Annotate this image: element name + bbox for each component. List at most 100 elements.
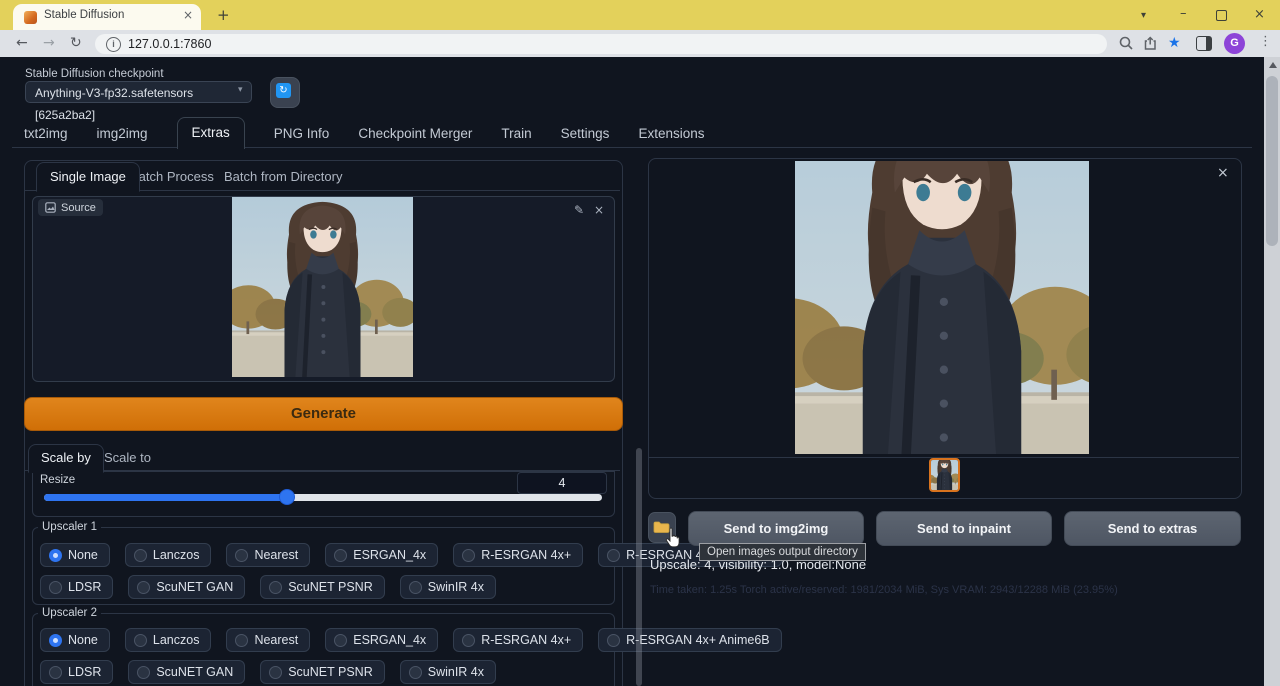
upscaler1-label: Upscaler 1 [38, 521, 101, 533]
upscaler1-row2: LDSR ScuNET GAN ScuNET PSNR SwinIR 4x [40, 575, 496, 599]
source-label: Source [61, 202, 96, 214]
radio-dot [235, 549, 248, 562]
tab-checkpoint-merger[interactable]: Checkpoint Merger [358, 126, 472, 141]
radio-swinir4x[interactable]: SwinIR 4x [400, 575, 496, 599]
address-bar[interactable] [95, 34, 1107, 54]
dropdown-chevron-icon: ▾ [238, 85, 243, 95]
radio-dot [49, 634, 62, 647]
folder-tooltip: Open images output directory [699, 543, 866, 561]
radio-resrgan4x[interactable]: R-ESRGAN 4x+ [453, 543, 583, 567]
forward-icon[interactable]: → [43, 35, 55, 51]
tab-extensions[interactable]: Extensions [638, 126, 704, 141]
generate-button[interactable]: Generate [24, 397, 623, 431]
radio-ldsr[interactable]: LDSR [40, 575, 113, 599]
radio-esrgan4x[interactable]: ESRGAN_4x [325, 628, 438, 652]
radio-nearest[interactable]: Nearest [226, 628, 310, 652]
radio-ldsr[interactable]: LDSR [40, 660, 113, 684]
scrollbar-thumb[interactable] [1266, 76, 1278, 246]
tab-scale-to[interactable]: Scale to [104, 450, 151, 465]
output-image[interactable] [795, 161, 1089, 454]
radio-lanczos[interactable]: Lanczos [125, 628, 212, 652]
back-icon[interactable]: ← [16, 35, 28, 51]
radio-dot [462, 549, 475, 562]
reload-icon[interactable]: ↻ [70, 35, 82, 51]
tab-search-chevron-icon[interactable]: ▾ [1141, 10, 1146, 21]
source-image [232, 197, 413, 377]
radio-dot [134, 549, 147, 562]
browser-menu-icon[interactable]: ⋮ [1259, 34, 1272, 49]
radio-dot [334, 549, 347, 562]
zoom-icon[interactable] [1119, 36, 1134, 51]
radio-esrgan4x[interactable]: ESRGAN_4x [325, 543, 438, 567]
tab-close-icon[interactable]: × [183, 8, 193, 22]
site-info-icon[interactable]: i [106, 37, 121, 52]
new-tab-button[interactable]: + [217, 6, 230, 24]
image-icon [45, 202, 56, 213]
upscaler2-label: Upscaler 2 [38, 607, 101, 619]
resize-label: Resize [40, 474, 75, 486]
upscaler2-row1: None Lanczos Nearest ESRGAN_4x R-ESRGAN … [40, 628, 782, 652]
clear-image-icon[interactable]: × [594, 203, 604, 217]
scrollbar-up-arrow-icon[interactable] [1269, 62, 1277, 68]
radio-dot [134, 634, 147, 647]
radio-resrgan4x[interactable]: R-ESRGAN 4x+ [453, 628, 583, 652]
source-label-chip: Source [38, 199, 103, 216]
tab-txt2img[interactable]: txt2img [24, 126, 68, 141]
resize-number-input[interactable]: 4 [517, 472, 607, 494]
radio-swinir4x[interactable]: SwinIR 4x [400, 660, 496, 684]
checkpoint-dropdown[interactable]: Anything-V3-fp32.safetensors [625a2ba2] [25, 81, 252, 103]
gallery-close-icon[interactable]: × [1217, 165, 1229, 181]
send-to-extras-button[interactable]: Send to extras [1064, 511, 1241, 546]
tab-train[interactable]: Train [501, 126, 531, 141]
tab-png-info[interactable]: PNG Info [274, 126, 330, 141]
radio-nearest[interactable]: Nearest [226, 543, 310, 567]
gallery-thumbnail-selected[interactable] [929, 458, 960, 492]
side-panel-icon[interactable] [1196, 36, 1212, 51]
radio-dot [409, 581, 422, 594]
radio-resrgan-anime6b[interactable]: R-ESRGAN 4x+ Anime6B [598, 628, 781, 652]
radio-scunet-gan[interactable]: ScuNET GAN [128, 575, 245, 599]
radio-scunet-psnr[interactable]: ScuNET PSNR [260, 575, 385, 599]
refresh-icon: ↻ [276, 83, 291, 98]
checkpoint-label: Stable Diffusion checkpoint [25, 68, 164, 80]
tab-batch-process[interactable]: Batch Process [130, 169, 214, 184]
radio-scunet-gan[interactable]: ScuNET GAN [128, 660, 245, 684]
favicon [24, 11, 37, 24]
share-icon[interactable] [1143, 36, 1158, 51]
tab-img2img[interactable]: img2img [97, 126, 148, 141]
radio-none[interactable]: None [40, 543, 110, 567]
profile-avatar[interactable]: G [1224, 33, 1245, 54]
radio-dot [235, 634, 248, 647]
tab-extras[interactable]: Extras [177, 117, 245, 149]
maximize-button[interactable] [1216, 10, 1227, 21]
tab-settings[interactable]: Settings [561, 126, 610, 141]
minimize-button[interactable]: – [1180, 6, 1187, 21]
thumbnail-image [931, 460, 958, 490]
edit-image-icon[interactable]: ✎ [574, 203, 584, 217]
radio-dot [409, 666, 422, 679]
resize-slider-handle[interactable] [280, 490, 294, 504]
tab-scale-by[interactable]: Scale by [28, 444, 104, 473]
left-column-scrollbar[interactable] [636, 448, 642, 686]
bookmark-star-icon[interactable]: ★ [1168, 35, 1181, 51]
radio-scunet-psnr[interactable]: ScuNET PSNR [260, 660, 385, 684]
window-close-button[interactable]: × [1254, 7, 1265, 22]
browser-tab-title: Stable Diffusion [44, 9, 124, 21]
screen: Stable Diffusion × + ▾ – × ← → ↻ i 127.0… [0, 0, 1280, 686]
tab-batch-from-directory[interactable]: Batch from Directory [224, 169, 342, 184]
resize-slider-fill [44, 494, 287, 501]
send-to-img2img-button[interactable]: Send to img2img [688, 511, 864, 546]
radio-dot [269, 581, 282, 594]
radio-dot [137, 666, 150, 679]
radio-dot [607, 634, 620, 647]
send-to-inpaint-button[interactable]: Send to inpaint [876, 511, 1052, 546]
mouse-cursor [663, 527, 682, 549]
radio-dot [462, 634, 475, 647]
radio-dot [49, 549, 62, 562]
url-text[interactable]: 127.0.0.1:7860 [128, 37, 211, 51]
radio-none[interactable]: None [40, 628, 110, 652]
radio-dot [137, 581, 150, 594]
radio-lanczos[interactable]: Lanczos [125, 543, 212, 567]
upscaler2-row2: LDSR ScuNET GAN ScuNET PSNR SwinIR 4x [40, 660, 496, 684]
tab-single-image[interactable]: Single Image [36, 162, 140, 192]
